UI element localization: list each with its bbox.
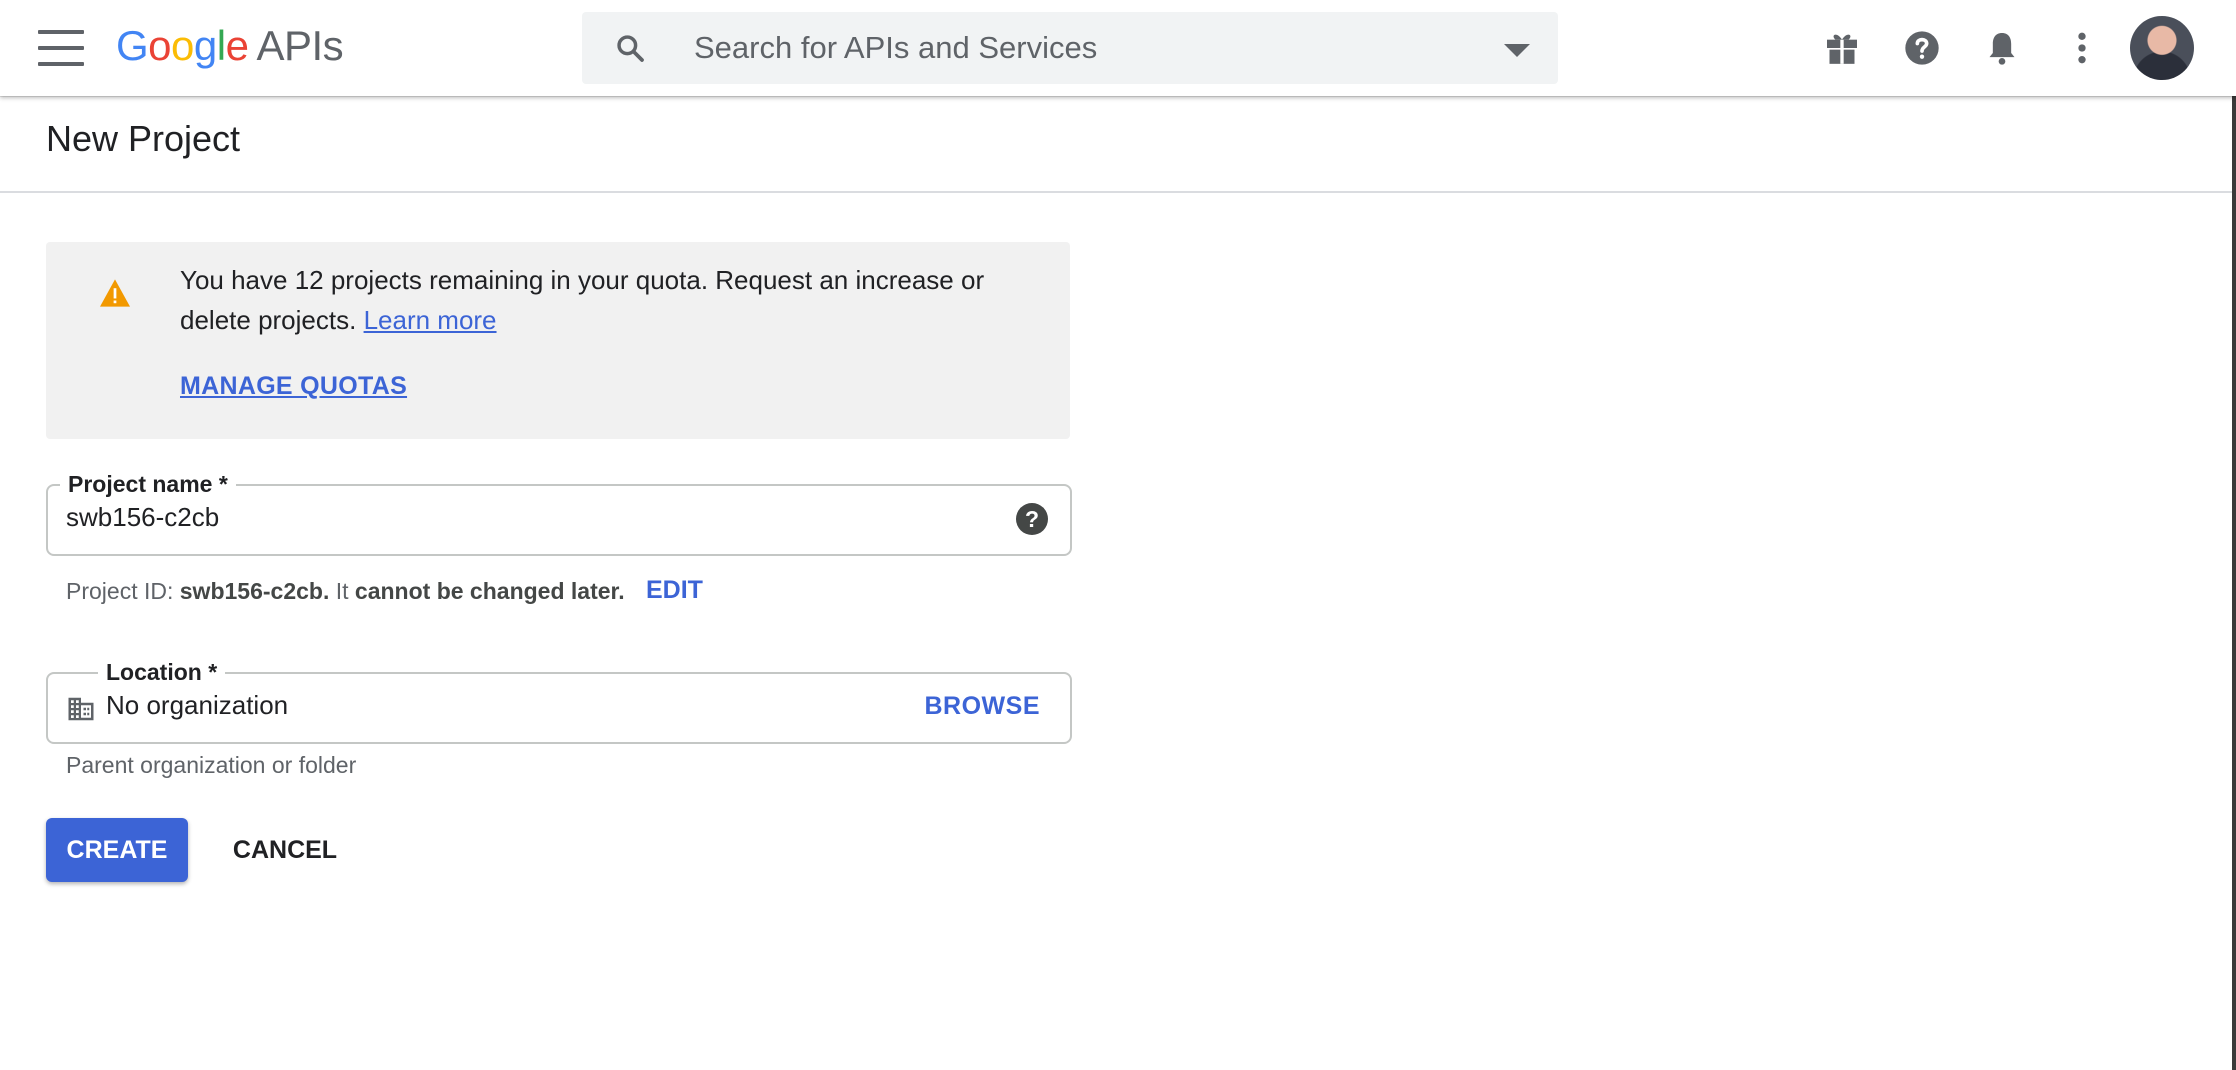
warning-icon: [100, 279, 130, 307]
manage-quotas-link[interactable]: MANAGE QUOTAS: [180, 372, 407, 401]
top-app-bar: Google APIs Search for APIs and Services: [0, 0, 2236, 96]
project-id-text: Project ID: swb156-c2cb. It cannot be ch…: [66, 578, 625, 605]
menu-icon[interactable]: [38, 30, 84, 66]
help-icon[interactable]: ?: [1016, 503, 1048, 535]
project-name-input[interactable]: swb156-c2cb: [66, 502, 219, 533]
location-field[interactable]: Location * No organization BROWSE: [46, 654, 1072, 744]
logo-google-wordmark: Google: [116, 22, 249, 70]
dropdown-caret-icon[interactable]: [1504, 44, 1530, 57]
project-id-value: swb156-c2cb.: [179, 578, 330, 604]
notifications-bell-icon[interactable]: [1982, 28, 2022, 68]
project-id-note: cannot be changed later.: [354, 578, 625, 604]
logo-letter: e: [225, 22, 249, 69]
search-input[interactable]: Search for APIs and Services: [694, 30, 1097, 66]
quota-message: You have 12 projects remaining in your q…: [180, 260, 1040, 340]
logo-apis-text: APIs: [256, 22, 344, 69]
project-id-middle: It: [329, 578, 355, 604]
browse-button[interactable]: BROWSE: [925, 692, 1041, 721]
page-title: New Project: [46, 118, 241, 159]
search-bar[interactable]: Search for APIs and Services: [582, 12, 1558, 84]
logo-letter: G: [116, 22, 149, 69]
learn-more-link[interactable]: Learn more: [364, 305, 497, 335]
quota-message-text: You have 12 projects remaining in your q…: [180, 265, 985, 335]
help-icon[interactable]: [1902, 28, 1942, 68]
header-divider: [0, 191, 2236, 193]
google-apis-logo[interactable]: Google APIs: [116, 18, 344, 74]
window-edge: [2232, 96, 2236, 1070]
project-name-field[interactable]: Project name * swb156-c2cb ?: [46, 466, 1072, 556]
location-value: No organization: [106, 690, 289, 720]
account-avatar[interactable]: [2130, 16, 2194, 80]
building-icon: [68, 697, 94, 721]
create-button[interactable]: CREATE: [46, 818, 188, 882]
logo-letter: o: [171, 22, 194, 69]
location-hint: Parent organization or folder: [66, 752, 357, 778]
gift-icon[interactable]: [1822, 28, 1862, 68]
project-id-prefix: Project ID:: [66, 578, 180, 604]
cancel-button[interactable]: CANCEL: [218, 818, 352, 882]
more-vert-icon[interactable]: [2062, 28, 2102, 68]
quota-notice: You have 12 projects remaining in your q…: [46, 242, 1070, 439]
search-icon: [617, 35, 644, 62]
logo-letter: l: [216, 22, 226, 69]
project-name-label: Project name *: [60, 466, 236, 502]
edit-project-id-button[interactable]: EDIT: [646, 576, 703, 605]
logo-letter: g: [193, 22, 217, 69]
location-label: Location *: [98, 654, 226, 690]
logo-letter: o: [148, 22, 172, 69]
